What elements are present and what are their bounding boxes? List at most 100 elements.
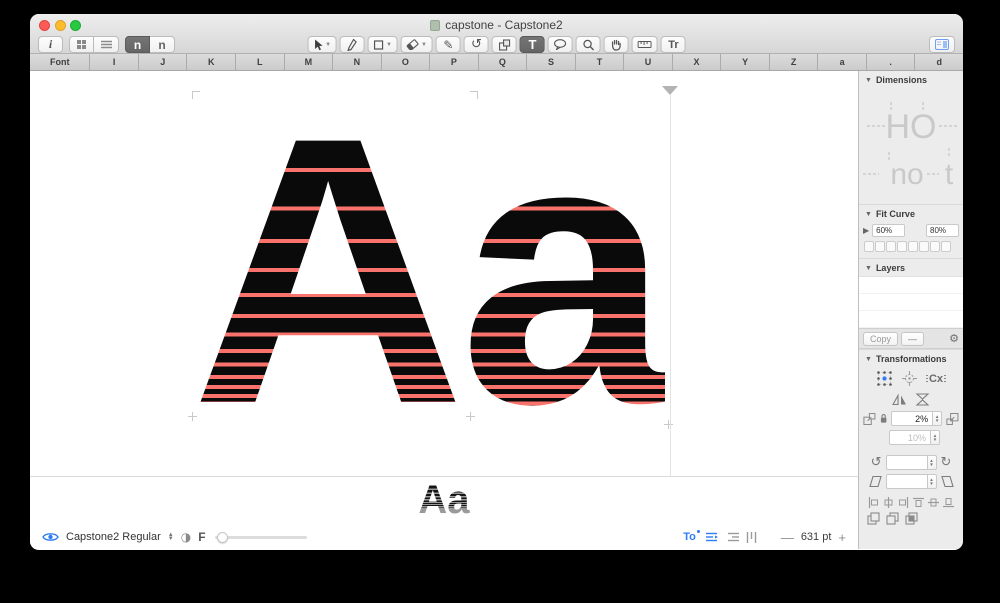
zoom-out-button[interactable]: — [781, 530, 794, 545]
fit-curve-arrow-icon[interactable]: ▶ [863, 226, 869, 235]
copy-layer-button[interactable]: Copy [863, 332, 898, 346]
skew-left-icon[interactable] [869, 475, 882, 488]
tab-q[interactable]: Q [479, 54, 528, 70]
rotate-angle-input[interactable] [886, 455, 928, 470]
tab-m[interactable]: M [285, 54, 334, 70]
primitives-tool-button[interactable]: ▼ [368, 36, 398, 53]
tab-d[interactable]: d [915, 54, 963, 70]
fit-curve-segment-button[interactable] [875, 241, 885, 252]
skew-stepper[interactable]: ▲▼ [928, 474, 937, 489]
fit-curve-segment-button[interactable] [919, 241, 929, 252]
tab-y[interactable]: Y [721, 54, 770, 70]
tab-x[interactable]: X [673, 54, 722, 70]
tab-k[interactable]: K [187, 54, 236, 70]
font-info-button[interactable]: i [38, 36, 63, 53]
scale-x-stepper[interactable]: ▲▼ [933, 411, 942, 426]
show-all-instances-button[interactable]: n [125, 36, 150, 53]
scale-y-stepper[interactable]: ▲▼ [931, 430, 940, 445]
tab-t[interactable]: T [576, 54, 625, 70]
tab-l[interactable]: L [236, 54, 285, 70]
select-tool-button[interactable]: ▼ [307, 36, 337, 53]
spacing-toggle[interactable] [706, 532, 719, 542]
fit-curve-segment-button[interactable] [886, 241, 896, 252]
gear-icon[interactable]: ⚙ [949, 332, 959, 345]
zoom-tool-button[interactable] [576, 36, 601, 53]
dimensions-section-header[interactable]: ▼Dimensions [859, 71, 963, 88]
master-popup-stepper[interactable]: ▲▼ [168, 533, 174, 541]
tab-s[interactable]: S [527, 54, 576, 70]
scale-x-input[interactable] [891, 411, 933, 426]
tab-a[interactable]: a [818, 54, 867, 70]
transform-origin-grid-icon[interactable] [876, 370, 893, 387]
fit-curve-min-input[interactable] [872, 224, 905, 237]
tab-i[interactable]: I [90, 54, 139, 70]
transform-reference-point-icon[interactable] [901, 370, 918, 387]
layer-row[interactable] [859, 277, 963, 294]
skew-angle-input[interactable] [886, 474, 928, 489]
fit-curve-segment-button[interactable] [930, 241, 940, 252]
list-view-button[interactable] [94, 36, 119, 53]
features-button[interactable]: F [198, 530, 205, 544]
tab-z[interactable]: Z [770, 54, 819, 70]
boolean-intersect-icon[interactable] [905, 512, 918, 525]
fit-curve-segment-button[interactable] [908, 241, 918, 252]
layers-list[interactable] [859, 276, 963, 328]
text-direction-vertical[interactable] [746, 532, 757, 543]
draw-tool-button[interactable] [340, 36, 365, 53]
remove-layer-button[interactable]: — [901, 332, 924, 346]
text-tool-button[interactable]: T [520, 36, 545, 53]
transform-metrics-icon[interactable]: Cx [926, 373, 945, 385]
kerning-tool-button[interactable]: Tr [661, 36, 686, 53]
rotate-ccw-icon[interactable]: ↺ [871, 456, 882, 469]
glyph-outline-Aa[interactable]: Aa [191, 81, 665, 461]
fit-curve-section-header[interactable]: ▼Fit Curve [859, 204, 963, 222]
fit-curve-segment-button[interactable] [864, 241, 874, 252]
tab-j[interactable]: J [139, 54, 188, 70]
zoom-in-button[interactable]: + [838, 530, 846, 545]
baseline-node-marker[interactable] [664, 420, 673, 429]
lock-icon[interactable] [880, 413, 887, 424]
zoom-level[interactable]: 631 pt [801, 531, 832, 543]
kerning-toggle[interactable]: To [683, 531, 699, 543]
align-bottom-icon[interactable] [943, 497, 954, 508]
rotate-tool-button[interactable]: ↺ [464, 36, 489, 53]
hand-tool-button[interactable] [604, 36, 629, 53]
align-center-horizontal-icon[interactable] [883, 497, 894, 508]
edit-canvas[interactable]: Aa [30, 71, 858, 476]
boolean-subtract-icon[interactable] [886, 512, 899, 525]
sidebar-toggle-button[interactable] [929, 36, 955, 53]
align-right-icon[interactable] [898, 497, 909, 508]
align-top-icon[interactable] [913, 497, 924, 508]
layers-section-header[interactable]: ▼Layers [859, 258, 963, 276]
fit-curve-segment-button[interactable] [941, 241, 951, 252]
pencil-tool-button[interactable]: ✎ [436, 36, 461, 53]
annotate-tool-button[interactable] [548, 36, 573, 53]
erase-tool-button[interactable]: ▼ [401, 36, 433, 53]
boolean-union-icon[interactable] [867, 512, 880, 525]
grid-view-button[interactable] [69, 36, 94, 53]
scale-tool-button[interactable] [492, 36, 517, 53]
advance-width-line[interactable] [670, 95, 671, 476]
layer-row[interactable] [859, 311, 963, 328]
tab-o[interactable]: O [382, 54, 431, 70]
align-center-vertical-icon[interactable] [928, 497, 939, 508]
rotate-stepper[interactable]: ▲▼ [928, 455, 937, 470]
flip-horizontal-icon[interactable] [892, 393, 907, 406]
skew-right-icon[interactable] [941, 475, 954, 488]
contrast-icon[interactable]: ◑ [181, 530, 191, 544]
tab-p[interactable]: P [430, 54, 479, 70]
measure-tool-button[interactable] [632, 36, 658, 53]
tab-font[interactable]: Font [30, 54, 90, 70]
fit-curve-max-input[interactable] [926, 224, 959, 237]
slider-knob[interactable] [217, 532, 228, 543]
rotate-cw-icon[interactable]: ↻ [941, 456, 952, 469]
flip-vertical-icon[interactable] [915, 393, 930, 406]
align-left-icon[interactable] [868, 497, 879, 508]
show-master-button[interactable]: n [150, 36, 175, 53]
tab-period[interactable]: . [867, 54, 916, 70]
tab-n[interactable]: N [333, 54, 382, 70]
scale-y-input[interactable] [889, 430, 931, 445]
transformations-section-header[interactable]: ▼Transformations [859, 349, 963, 367]
layer-row[interactable] [859, 294, 963, 311]
scale-up-icon[interactable] [946, 412, 959, 426]
